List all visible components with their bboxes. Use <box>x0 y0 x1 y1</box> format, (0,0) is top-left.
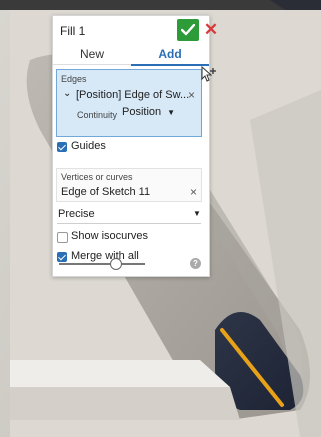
continuity-label: Continuity <box>77 110 118 120</box>
remove-vertex-icon[interactable]: × <box>190 185 197 199</box>
fill-feature-dialog: Fill 1 ✕ New Add Edges ⌄ [Position] Edge… <box>52 15 218 277</box>
vertices-label: Vertices or curves <box>61 172 133 182</box>
dialog-title: Fill 1 <box>60 24 86 38</box>
close-icon: ✕ <box>203 20 219 39</box>
guides-checkbox[interactable] <box>57 142 67 152</box>
tab-new[interactable]: New <box>53 44 131 65</box>
edge-item-label: [Position] Edge of Sw... <box>76 89 190 101</box>
remove-edge-icon[interactable]: × <box>188 88 195 102</box>
help-icon[interactable]: ? <box>190 258 201 269</box>
show-isocurves-label: Show isocurves <box>71 230 149 242</box>
vertices-item-label: Edge of Sketch 11 <box>61 186 151 198</box>
edges-label: Edges <box>61 74 87 84</box>
dropdown-caret-icon: ▼ <box>167 108 176 117</box>
dropdown-caret-icon: ▼ <box>193 209 201 218</box>
show-isocurves-checkbox[interactable] <box>57 232 68 243</box>
precision-value: Precise <box>58 208 95 220</box>
tab-add[interactable]: Add <box>131 44 209 66</box>
slider-track[interactable] <box>59 263 145 265</box>
merge-with-all-checkbox[interactable] <box>57 252 67 262</box>
precision-select[interactable]: Precise ▼ <box>57 207 201 224</box>
chevron-down-icon[interactable]: ⌄ <box>63 88 71 99</box>
tab-bar: New Add <box>53 44 209 66</box>
accept-button[interactable] <box>177 19 199 41</box>
slider-thumb[interactable] <box>109 258 122 270</box>
continuity-select[interactable]: Position ▼ <box>122 106 175 118</box>
dialog-header: Fill 1 ✕ <box>53 16 218 44</box>
vertices-or-curves-field[interactable]: Vertices or curves Edge of Sketch 11 × <box>56 168 202 202</box>
merge-with-all-label: Merge with all <box>71 250 139 262</box>
guides-label: Guides <box>71 140 106 152</box>
continuity-value: Position <box>122 106 162 118</box>
edge-selection-item[interactable]: ⌄ [Position] Edge of Sw... × <box>63 88 197 104</box>
cancel-button[interactable]: ✕ <box>203 20 219 40</box>
checkmark-icon <box>181 24 195 36</box>
select-add-cursor-icon <box>201 66 216 82</box>
edges-selection-field[interactable]: Edges ⌄ [Position] Edge of Sw... × Conti… <box>56 69 202 137</box>
